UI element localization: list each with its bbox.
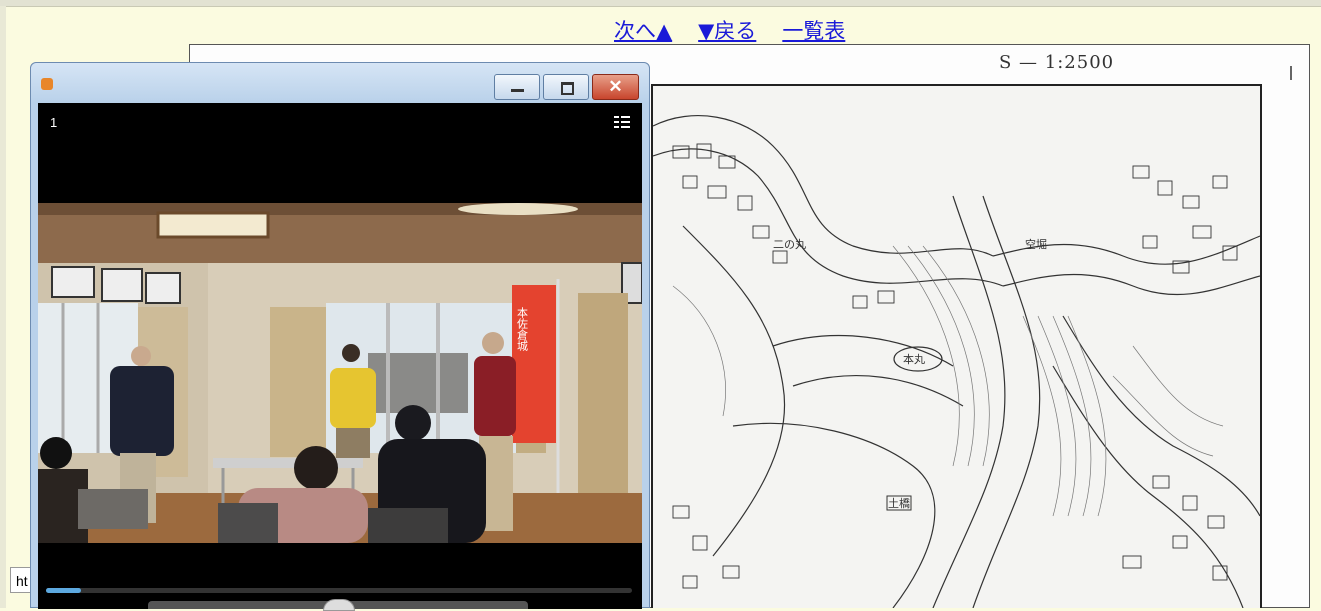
frame-number: 1: [50, 115, 58, 130]
map-label-honmaru: 本丸: [903, 352, 925, 366]
next-link[interactable]: 次へ▲: [614, 17, 672, 45]
castle-ruins-map: 二の丸 本丸 空堀 土橋: [651, 84, 1262, 608]
video-viewport[interactable]: 1 本佐倉城: [38, 103, 642, 611]
seek-progress-fill: [46, 588, 82, 593]
back-link[interactable]: ▼戻る: [698, 17, 756, 45]
seek-bar[interactable]: [46, 588, 632, 593]
map-scale-label: S — 1:2500: [999, 52, 1115, 73]
list-link[interactable]: 一覧表: [782, 17, 845, 45]
map-label-dobashi: 土橋: [888, 496, 910, 510]
map-drawing: 二の丸 本丸 空堀 土橋: [653, 86, 1260, 608]
minimize-icon[interactable]: [494, 74, 540, 100]
video-player-window: ✕ 1 本佐倉城: [30, 62, 650, 611]
map-label-karabori: 空堀: [1025, 237, 1047, 251]
map-label-ninomaru: 二の丸: [773, 238, 806, 251]
video-frame-scene: 本佐倉城: [38, 203, 642, 543]
maximize-icon[interactable]: [543, 74, 589, 100]
left-edge-strip: [0, 6, 6, 608]
playlist-icon[interactable]: [614, 115, 630, 129]
map-margin-mark: [1290, 66, 1292, 80]
banner-text: 本佐倉城: [516, 306, 529, 351]
player-titlebar[interactable]: ✕: [31, 63, 649, 103]
window-top-border: [0, 0, 1321, 7]
close-icon[interactable]: ✕: [592, 74, 639, 100]
player-app-icon: [41, 78, 53, 90]
play-button[interactable]: [323, 599, 355, 611]
page-navigation: 次へ▲ ▼戻る 一覧表: [614, 17, 845, 45]
